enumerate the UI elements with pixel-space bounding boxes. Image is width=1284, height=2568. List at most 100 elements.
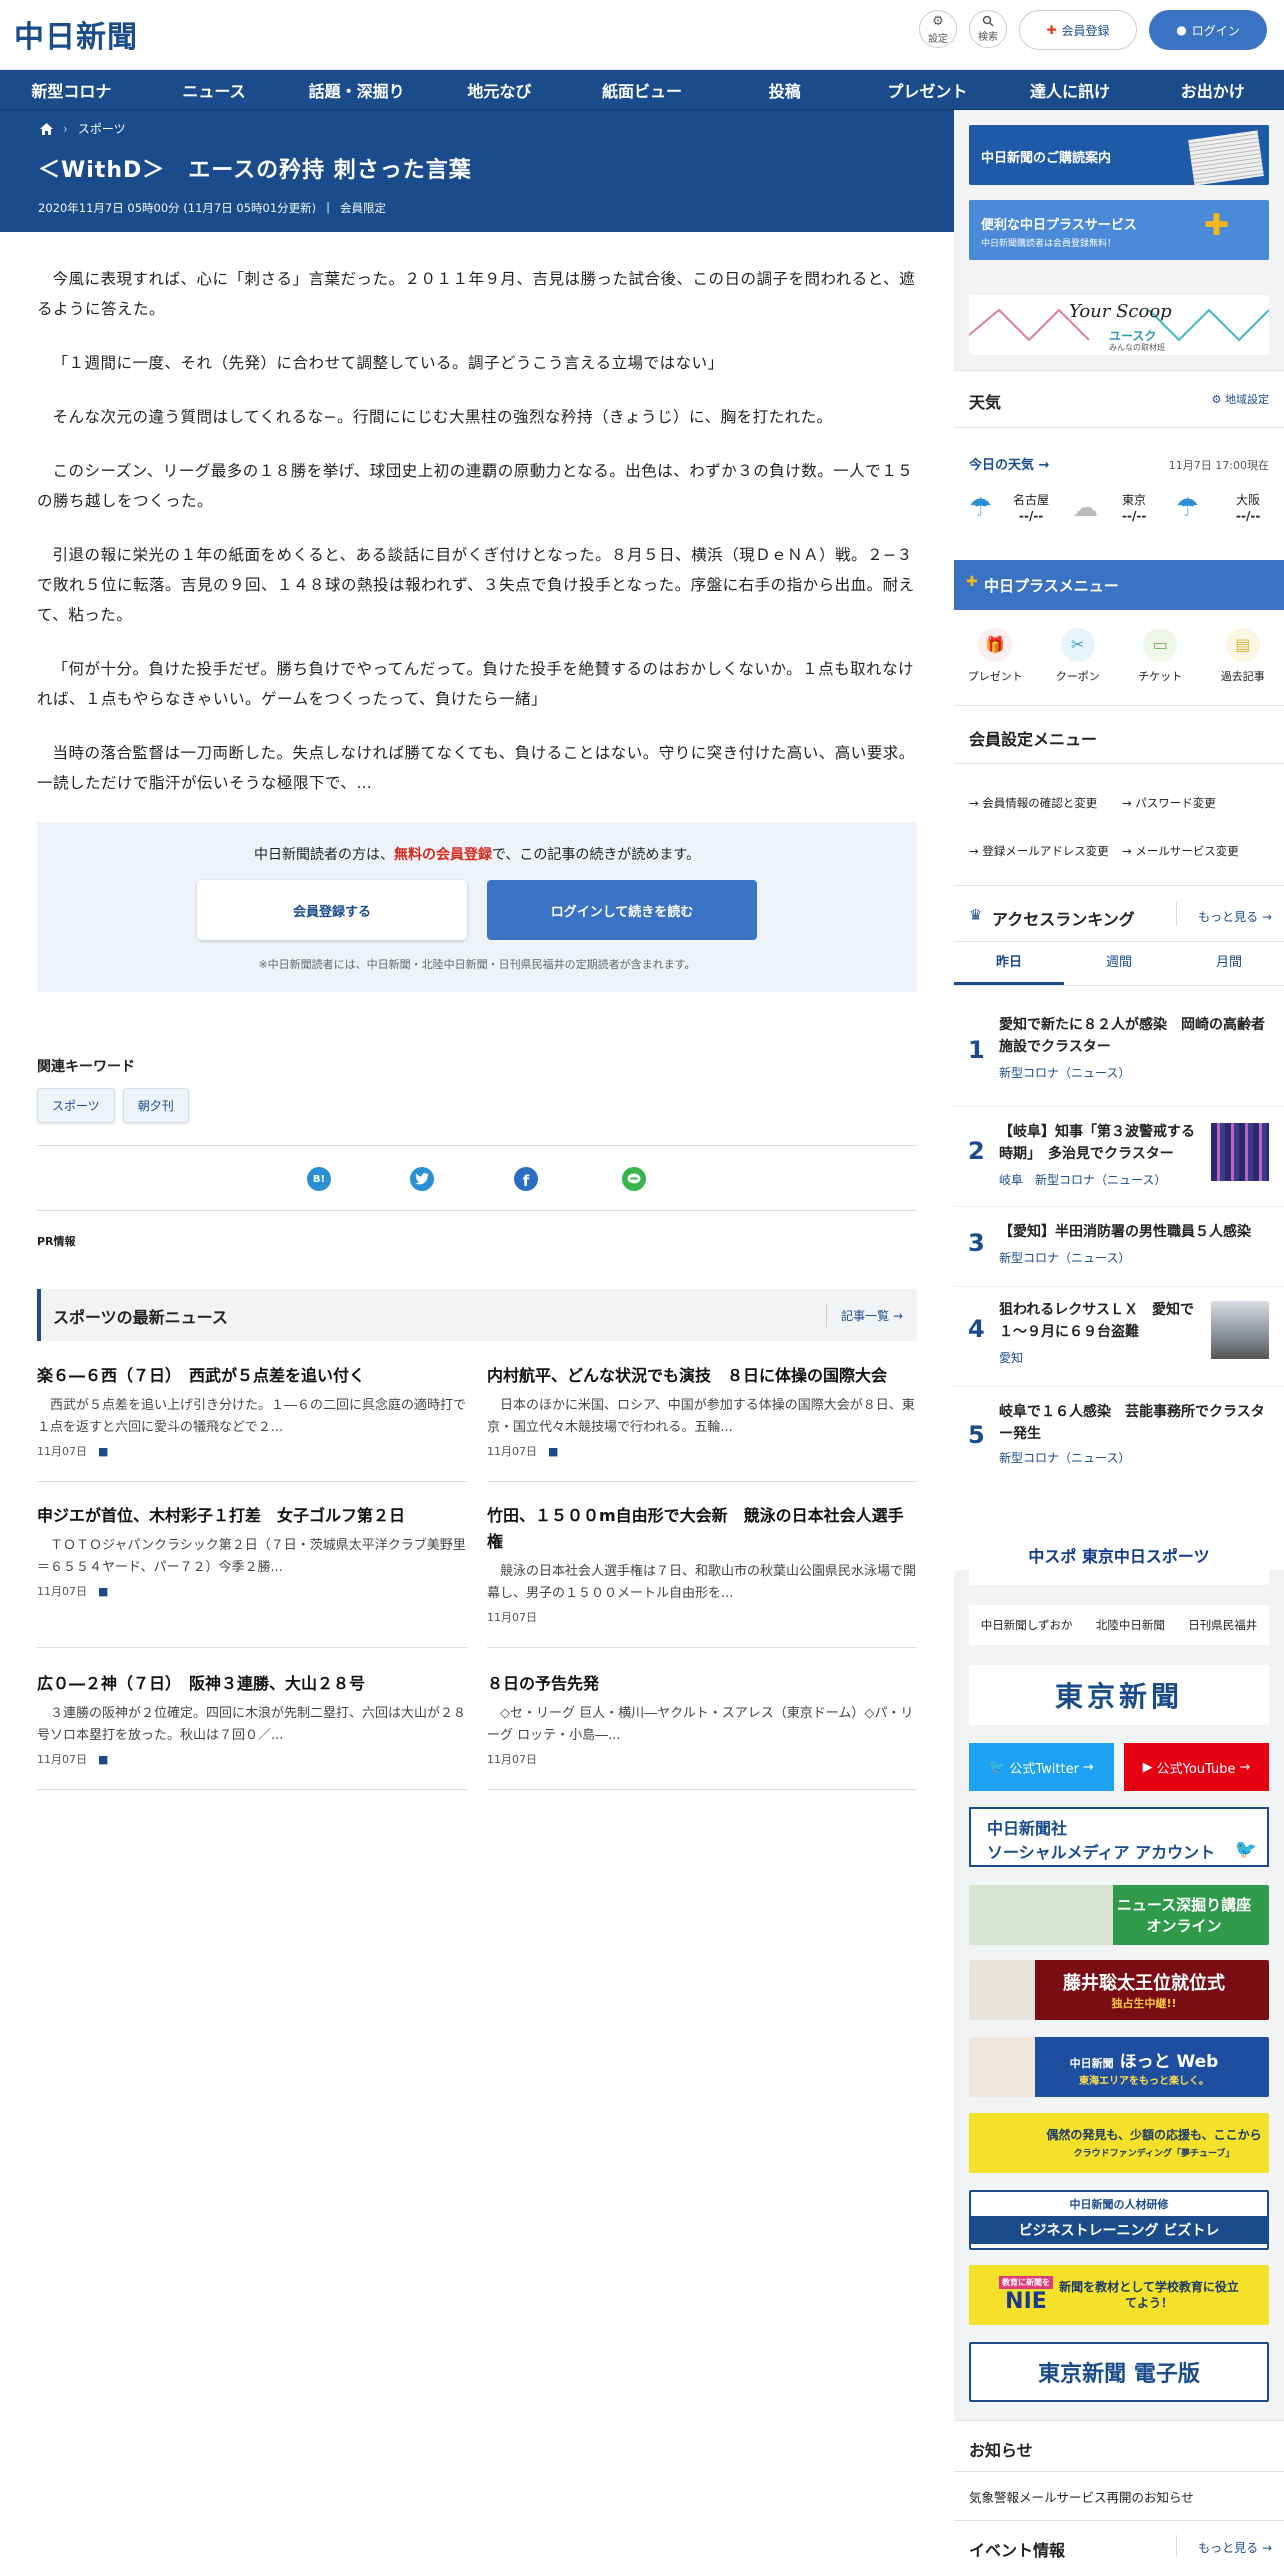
divider	[487, 1647, 917, 1648]
weather-city[interactable]: ☂ 名古屋 --/--	[969, 491, 1069, 531]
nav-item[interactable]: 地元なび	[428, 70, 571, 109]
settings-button[interactable]: ⚙ 設定	[919, 10, 957, 48]
nav-item[interactable]: 話題・深掘り	[285, 70, 428, 109]
paywall-register-button[interactable]: 会員登録する	[197, 880, 467, 940]
weather-city[interactable]: ☂ 大阪 --/--	[1176, 491, 1276, 531]
nav-item[interactable]: お出かけ	[1141, 70, 1284, 109]
hatena-share-button[interactable]: B!	[307, 1167, 331, 1191]
facebook-share-button[interactable]: f	[514, 1167, 538, 1191]
youtube-button[interactable]: ▶ 公式YouTube →	[1124, 1743, 1269, 1791]
ranking-more-link[interactable]: もっと見る →	[1198, 908, 1272, 925]
twitter-icon: 🐦	[989, 1759, 1006, 1775]
plus-menu-item-coupon[interactable]: ✂ クーポン	[1037, 610, 1120, 705]
line-share-button[interactable]	[622, 1167, 646, 1191]
chuspo-banner[interactable]: 中スポ 東京中日スポーツ	[969, 1525, 1269, 1585]
keyword-tag[interactable]: 朝夕刊	[122, 1088, 189, 1123]
nav-item[interactable]: 達人に訊け	[999, 70, 1142, 109]
news-title: 申ジエが首位、木村彩子１打差 女子ゴルフ第２日	[37, 1506, 406, 1525]
cloud-icon: ☁	[1072, 493, 1098, 523]
news-item[interactable]: 広０―２神（７日） 阪神３連勝、大山２８号 ３連勝の阪神が２位確定。四回に木浪が…	[37, 1671, 467, 1790]
hotto-web-banner[interactable]: 中日新聞 ほっと Web 東海エリアをもっと楽しく。	[969, 2037, 1269, 2097]
ranking-item[interactable]: 3 【愛知】半田消防署の男性職員５人感染 新型コロナ（ニュース）	[954, 1206, 1284, 1286]
arrow-right-icon: →	[1122, 796, 1132, 810]
home-icon[interactable]	[40, 122, 53, 135]
twitter-share-button[interactable]	[410, 1167, 434, 1191]
plus-menu-label: 過去記事	[1220, 670, 1265, 683]
news-item[interactable]: 申ジエが首位、木村彩子１打差 女子ゴルフ第２日 ＴＯＴＯジャパンクラシック第２日…	[37, 1503, 467, 1648]
article-paragraph: そんな次元の違う質問はしてくれるな−。行間ににじむ大黒柱の強烈な矜持（きょうじ）…	[52, 408, 833, 426]
article-paragraph: このシーズン、リーグ最多の１８勝を挙げ、球団史上初の連覇の原動力となる。出色は、…	[37, 462, 914, 510]
register-label: 会員登録	[1061, 23, 1110, 38]
site-logo[interactable]: 中日新聞	[14, 12, 138, 56]
plus-service-banner[interactable]: 便利な中日プラスサービス 中日新聞購読者は会員登録無料！ ✚	[969, 200, 1269, 260]
breadcrumb-category[interactable]: スポーツ	[78, 120, 126, 137]
nav-item[interactable]: 新型コロナ	[0, 70, 143, 109]
nav-item[interactable]: ニュース	[143, 70, 286, 109]
free-register-link[interactable]: 無料の会員登録	[394, 847, 492, 863]
tab-weekly[interactable]: 週間	[1064, 942, 1174, 985]
plus-menu-label: クーポン	[1055, 670, 1100, 683]
login-button[interactable]: ● ログイン	[1149, 10, 1267, 50]
arrow-right-icon: →	[1082, 1759, 1094, 1775]
plus-menu-item-archive[interactable]: ▤ 過去記事	[1202, 610, 1284, 705]
tokyo-e-banner[interactable]: 東京新聞 電子版	[969, 2342, 1269, 2402]
member-menu-item[interactable]: → メールサービス変更	[1122, 842, 1272, 860]
subscription-banner[interactable]: 中日新聞のご購読案内	[969, 125, 1269, 185]
latest-news-more-link[interactable]: 記事一覧 →	[841, 1307, 903, 1324]
events-more-link[interactable]: もっと見る →	[1198, 2539, 1272, 2556]
plus-menu-heading: 中日プラスメニュー	[984, 577, 1119, 595]
nav-item[interactable]: 紙面ビュー	[571, 70, 714, 109]
news-item[interactable]: 竹田、１５００m自由形で大会新 競泳の日本社会人選手権 競泳の日本社会人選手権は…	[487, 1503, 917, 1648]
tab-monthly[interactable]: 月間	[1174, 942, 1284, 985]
member-menu-label: パスワード変更	[1135, 796, 1216, 810]
twitter-button[interactable]: 🐦 公式Twitter →	[969, 1743, 1114, 1791]
notice-item[interactable]: 気象警報メールサービス再開のお知らせ	[969, 2487, 1194, 2506]
weather-city[interactable]: ☁ 東京 --/--	[1072, 491, 1172, 531]
arrow-right-icon: →	[1239, 1759, 1251, 1775]
tokyo-shimbun-banner[interactable]: 東京新聞	[969, 1665, 1269, 1725]
paywall-note: ※中日新聞読者には、中日新聞・北陸中日新聞・日刊県民福井の定期読者が含まれます。	[258, 958, 696, 971]
yourscoop-tag: みんなの取材班	[1109, 343, 1165, 352]
latest-news-heading: スポーツの最新ニュース	[53, 1308, 228, 1327]
article-meta: 2020年11月7日 05時00分 (11月7日 05時01分更新) | 会員限…	[38, 200, 386, 216]
yume-tube-banner[interactable]: 偶然の発見も、少額の応援も、ここから クラウドファンディング「夢チューブ」	[969, 2113, 1269, 2173]
search-label: 検索	[978, 32, 998, 43]
divider	[954, 2471, 1284, 2472]
nav-item[interactable]: プレゼント	[856, 70, 999, 109]
camera-icon: ■	[98, 1753, 109, 1766]
regional-link[interactable]: 日刊県民福井	[1188, 1617, 1257, 1633]
member-menu-item[interactable]: → 登録メールアドレス変更	[969, 842, 1119, 860]
member-menu-item[interactable]: → 会員情報の確認と変更	[969, 794, 1119, 812]
ranking-item[interactable]: 4 狙われるレクサスＬＸ 愛知で１〜９月に６９台盗難 愛知	[954, 1286, 1284, 1386]
news-item[interactable]: ８日の予告先発 ◇セ・リーグ 巨人・横川―ヤクルト・スアレス（東京ドーム）◇パ・…	[487, 1671, 917, 1790]
newspaper-image	[1188, 130, 1264, 185]
nie-banner[interactable]: 教育に新聞を NIE 新聞を教材として学校教育に役立てよう！	[969, 2265, 1269, 2325]
regional-link[interactable]: 北陸中日新聞	[1096, 1617, 1165, 1633]
nav-item[interactable]: 投稿	[713, 70, 856, 109]
keyword-tag[interactable]: スポーツ	[37, 1088, 115, 1123]
paywall-login-button[interactable]: ログインして続きを読む	[487, 880, 757, 940]
news-item[interactable]: 楽６―６西（７日） 西武が５点差を追い付く 西武が５点差を追い上げ引き分けた。１…	[37, 1363, 467, 1482]
member-menu-item[interactable]: → パスワード変更	[1122, 794, 1272, 812]
register-button[interactable]: ✚ 会員登録	[1019, 10, 1137, 50]
tab-yesterday[interactable]: 昨日	[954, 942, 1064, 985]
twitter-icon: 🐦	[1234, 1839, 1257, 1860]
search-button[interactable]: 検索	[969, 10, 1007, 48]
region-settings-link[interactable]: ⚙ 地域設定	[1212, 391, 1269, 407]
city-name: 東京	[1122, 493, 1147, 507]
today-weather-link[interactable]: 今日の天気 →	[969, 454, 1049, 473]
plus-menu-item-present[interactable]: 🎁 プレゼント	[954, 610, 1037, 705]
news-item[interactable]: 内村航平、どんな状況でも演技 ８日に体操の国際大会 日本のほかに米国、ロシア、中…	[487, 1363, 917, 1482]
regional-link[interactable]: 中日新聞しずおか	[981, 1617, 1073, 1633]
yourscoop-banner[interactable]: Your Scoop ユースク みんなの取材班	[969, 295, 1269, 355]
fukabori-banner[interactable]: ニュース深掘り講座 オンライン	[969, 1885, 1269, 1945]
plus-menu-item-ticket[interactable]: ▭ チケット	[1119, 610, 1202, 705]
ranking-item[interactable]: 2 【岐阜】知事「第３波警戒する時期」 多治見でクラスター 岐阜 新型コロナ（ニ…	[954, 1106, 1284, 1206]
ranking-item[interactable]: 1 愛知で新たに８２人が感染 岡崎の高齢者施設でクラスター 新型コロナ（ニュース…	[954, 1006, 1284, 1106]
social-accounts-banner[interactable]: 中日新聞社 ソーシャルメディア アカウント 🐦	[969, 1807, 1269, 1867]
ranking-more-label: もっと見る	[1198, 910, 1259, 924]
rank-title: 岐阜で１６人感染 芸能事務所でクラスター発生	[999, 1404, 1265, 1442]
ranking-item[interactable]: 5 岐阜で１６人感染 芸能事務所でクラスター発生 新型コロナ（ニュース）	[954, 1386, 1284, 1486]
fujii-banner[interactable]: 藤井聡太王位就位式 独占生中継!!	[969, 1960, 1269, 2020]
bizutore-banner[interactable]: 中日新聞の人材研修 ビジネストレーニング ビズトレ	[969, 2190, 1269, 2250]
